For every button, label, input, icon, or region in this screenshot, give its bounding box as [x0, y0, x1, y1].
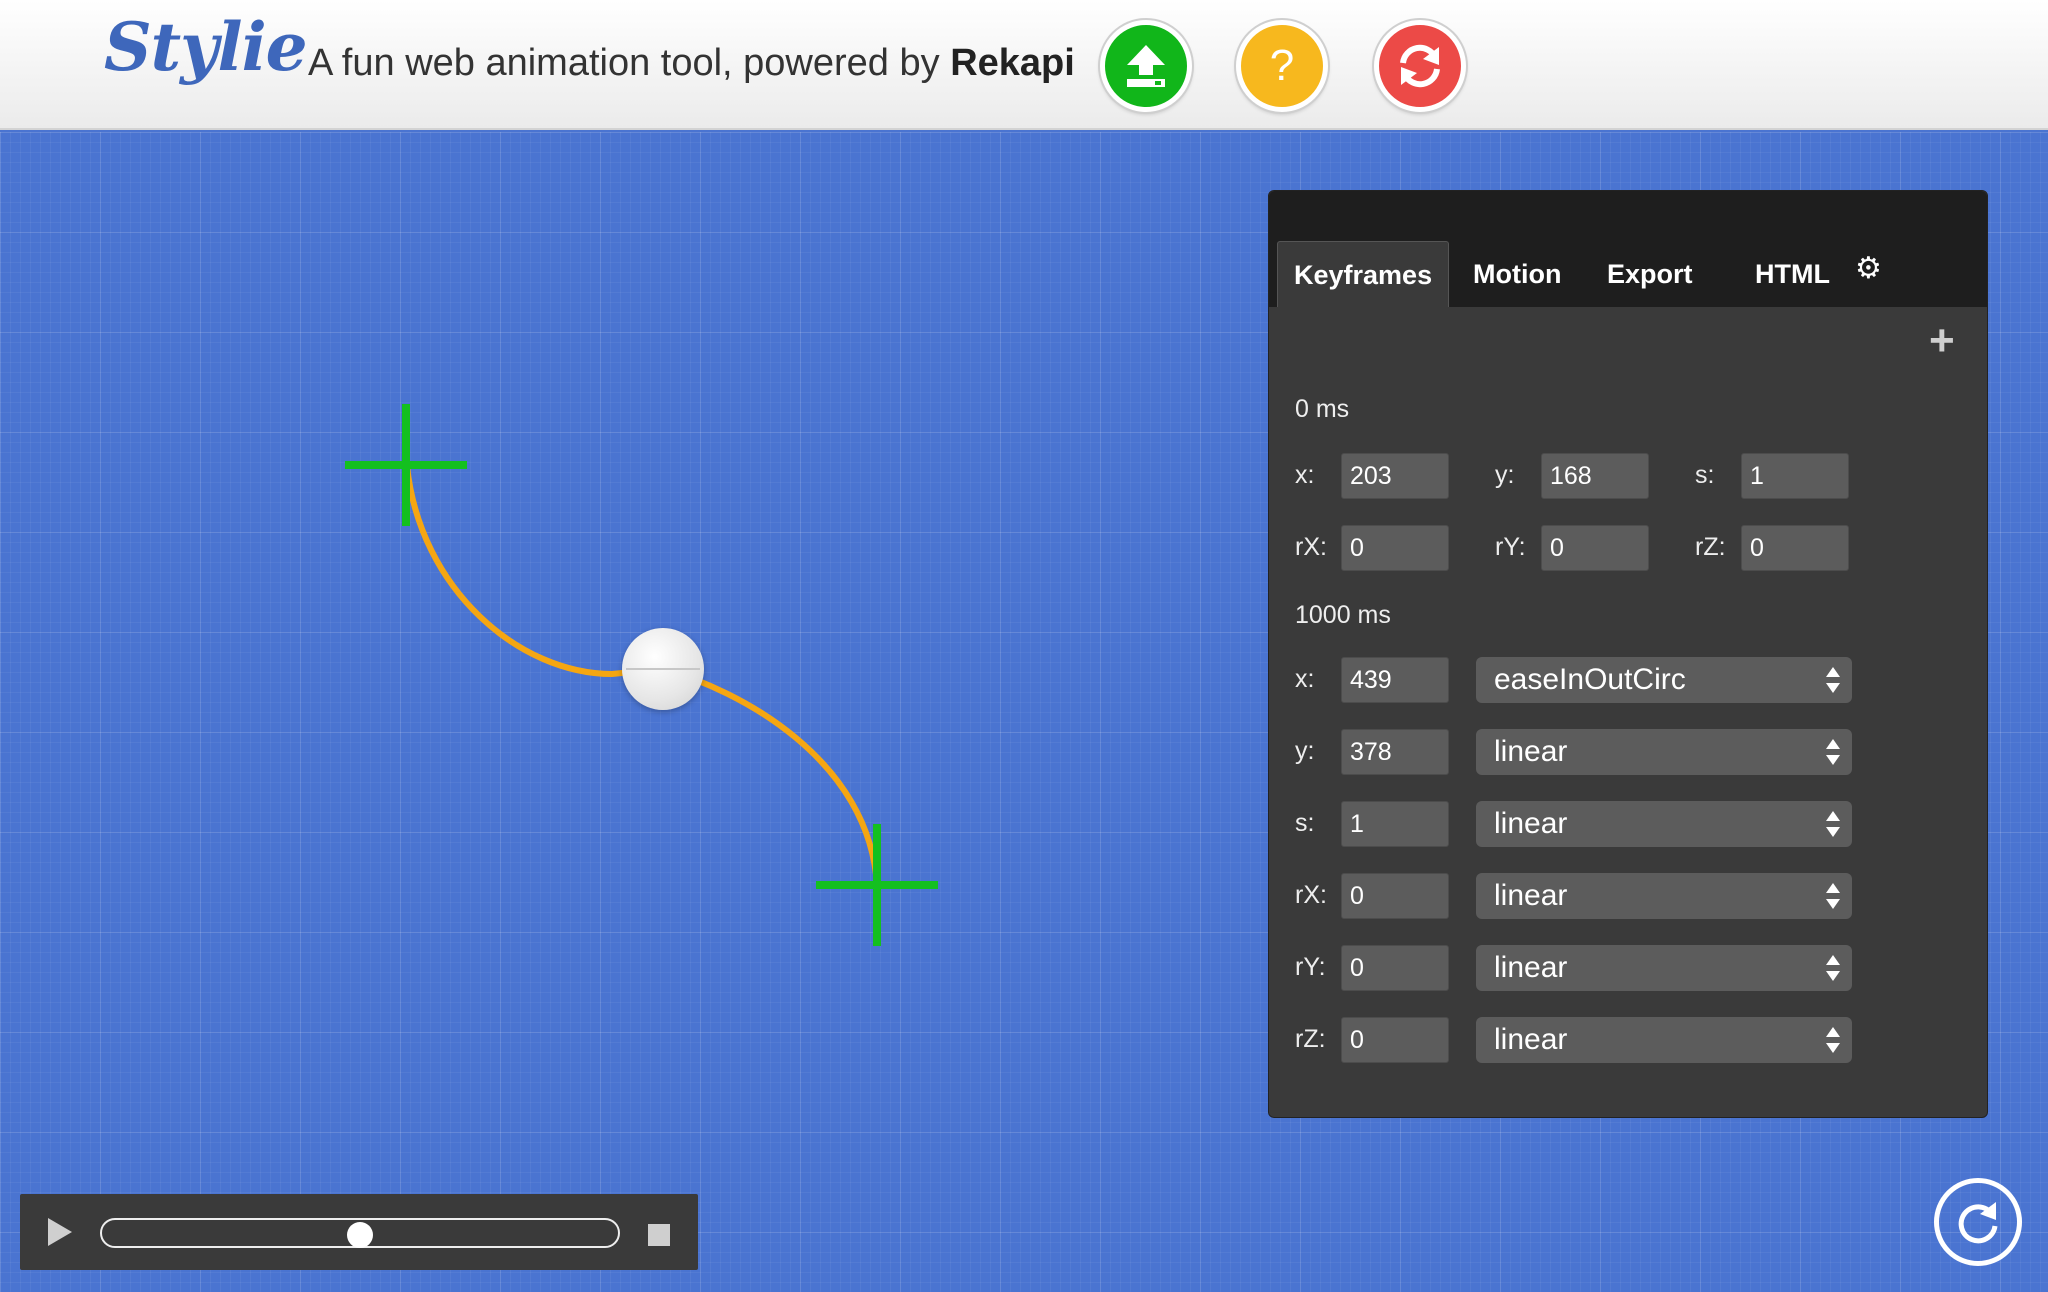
keyframe0-rz-input[interactable]: 0: [1741, 525, 1849, 571]
s-label: s:: [1695, 461, 1715, 489]
keyframe1-rx-input[interactable]: 0: [1341, 873, 1449, 919]
keyframe0-ry-input[interactable]: 0: [1541, 525, 1649, 571]
keyframe0-rx-input[interactable]: 0: [1341, 525, 1449, 571]
x-label: x:: [1295, 665, 1315, 693]
keyframe1-rz-input[interactable]: 0: [1341, 1017, 1449, 1063]
app-logo: Stylie: [104, 8, 308, 86]
tagline-brand: Rekapi: [950, 42, 1075, 84]
reset-icon: [1958, 1202, 1998, 1244]
refresh-icon: [1400, 44, 1440, 88]
keyframe0-s-input[interactable]: 1: [1741, 453, 1849, 499]
rx-label: rX:: [1295, 533, 1327, 561]
rz-label: rZ:: [1695, 533, 1726, 561]
start-keyframe-crosshair[interactable]: [345, 404, 467, 526]
select-arrows-icon: [1826, 883, 1840, 909]
select-arrows-icon: [1826, 1027, 1840, 1053]
keyframe0-y-input[interactable]: 168: [1541, 453, 1649, 499]
question-icon: ?: [1269, 41, 1295, 90]
select-arrows-icon: [1826, 667, 1840, 693]
rx-easing-select[interactable]: linear: [1476, 873, 1852, 919]
rz-easing-select[interactable]: linear: [1476, 1017, 1852, 1063]
keyframe1-ry-input[interactable]: 0: [1341, 945, 1449, 991]
keyframe1-y-input[interactable]: 378: [1341, 729, 1449, 775]
upload-button[interactable]: [1100, 20, 1192, 112]
gear-icon[interactable]: ⚙: [1855, 251, 1882, 286]
playback-controls: [20, 1194, 698, 1270]
tab-html[interactable]: HTML: [1739, 241, 1846, 307]
play-icon[interactable]: [48, 1218, 72, 1246]
ry-easing-select[interactable]: linear: [1476, 945, 1852, 991]
tagline: A fun web animation tool, powered by Rek…: [308, 42, 1075, 85]
reset-position-button[interactable]: [1934, 1178, 2022, 1266]
control-panel: Keyframes Motion Export HTML ⚙ + 0 ms x:…: [1268, 190, 1988, 1118]
x-label: x:: [1295, 461, 1315, 489]
upload-icon: [1127, 45, 1165, 87]
select-arrows-icon: [1826, 739, 1840, 765]
s-easing-value: linear: [1494, 807, 1568, 840]
refresh-button[interactable]: [1374, 20, 1466, 112]
keyframe-time-label: 0 ms: [1295, 395, 1350, 423]
end-keyframe-crosshair[interactable]: [816, 824, 938, 946]
y-label: y:: [1495, 461, 1515, 489]
y-easing-select[interactable]: linear: [1476, 729, 1852, 775]
app-header: Stylie A fun web animation tool, powered…: [0, 0, 2048, 130]
rz-label: rZ:: [1295, 1025, 1326, 1053]
stop-icon[interactable]: [648, 1224, 670, 1246]
keyframe1-s-input[interactable]: 1: [1341, 801, 1449, 847]
x-easing-select[interactable]: easeInOutCirc: [1476, 657, 1852, 703]
animated-actor[interactable]: [622, 628, 704, 710]
keyframe-time-label: 1000 ms: [1295, 601, 1391, 629]
keyframe1-x-input[interactable]: 439: [1341, 657, 1449, 703]
rx-easing-value: linear: [1494, 879, 1568, 912]
x-easing-value: easeInOutCirc: [1494, 663, 1686, 696]
help-button[interactable]: ?: [1236, 20, 1328, 112]
ry-label: rY:: [1495, 533, 1526, 561]
s-label: s:: [1295, 809, 1315, 837]
s-easing-select[interactable]: linear: [1476, 801, 1852, 847]
y-easing-value: linear: [1494, 735, 1568, 768]
tab-keyframes[interactable]: Keyframes: [1277, 241, 1450, 307]
timeline-scrubber[interactable]: [100, 1218, 620, 1248]
rx-label: rX:: [1295, 881, 1327, 909]
rz-easing-value: linear: [1494, 1023, 1568, 1056]
select-arrows-icon: [1826, 955, 1840, 981]
ry-label: rY:: [1295, 953, 1326, 981]
tab-export[interactable]: Export: [1591, 241, 1709, 307]
ry-easing-value: linear: [1494, 951, 1568, 984]
select-arrows-icon: [1826, 811, 1840, 837]
keyframe0-x-input[interactable]: 203: [1341, 453, 1449, 499]
plus-icon[interactable]: +: [1929, 319, 1955, 363]
scrubber-handle[interactable]: [347, 1222, 373, 1248]
tab-motion[interactable]: Motion: [1457, 241, 1577, 307]
y-label: y:: [1295, 737, 1315, 765]
tagline-text: A fun web animation tool, powered by: [308, 42, 940, 84]
